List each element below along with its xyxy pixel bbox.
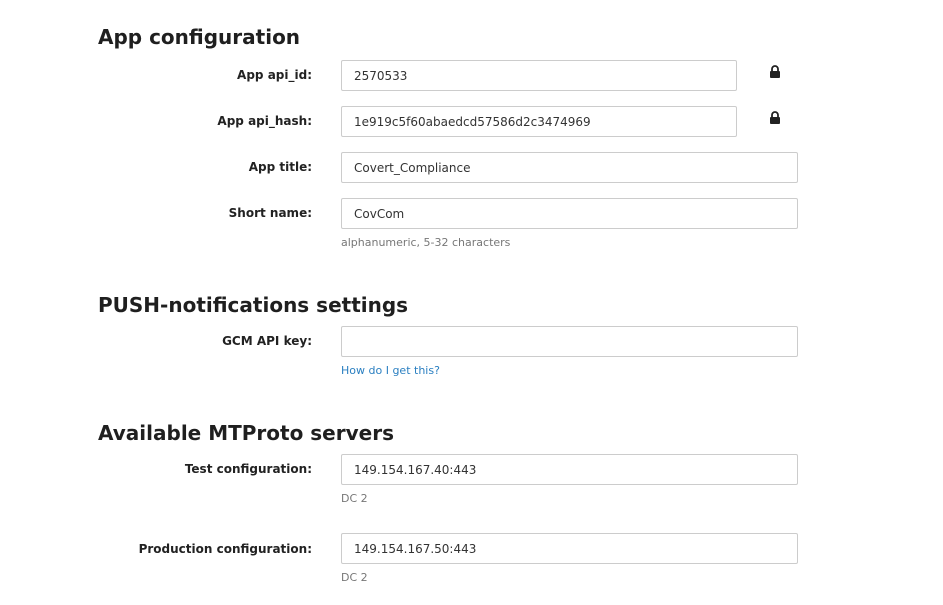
- production-configuration-label: Production configuration:: [138, 542, 312, 556]
- gcm-api-key-label: GCM API key:: [222, 334, 312, 348]
- api-hash-field[interactable]: [341, 106, 737, 137]
- app-title-label: App title:: [248, 160, 312, 174]
- lock-icon: [770, 65, 780, 78]
- app-configuration-heading: App configuration: [98, 25, 301, 49]
- api-id-field[interactable]: [341, 60, 737, 91]
- short-name-input[interactable]: [341, 198, 798, 229]
- mtproto-servers-heading: Available MTProto servers: [98, 421, 394, 445]
- test-dc-label: DC 2: [341, 492, 368, 505]
- lock-icon: [770, 111, 780, 124]
- gcm-api-key-input[interactable]: [341, 326, 798, 357]
- short-name-label: Short name:: [228, 206, 312, 220]
- test-configuration-label: Test configuration:: [184, 462, 312, 476]
- app-title-input[interactable]: [341, 152, 798, 183]
- api-hash-label: App api_hash:: [217, 114, 312, 128]
- production-dc-label: DC 2: [341, 571, 368, 584]
- test-configuration-field[interactable]: [341, 454, 798, 485]
- production-configuration-field[interactable]: [341, 533, 798, 564]
- how-do-i-get-this-link[interactable]: How do I get this?: [341, 364, 440, 378]
- push-settings-heading: PUSH-notifications settings: [98, 293, 409, 317]
- short-name-hint: alphanumeric, 5-32 characters: [341, 236, 511, 249]
- api-id-label: App api_id:: [237, 68, 312, 82]
